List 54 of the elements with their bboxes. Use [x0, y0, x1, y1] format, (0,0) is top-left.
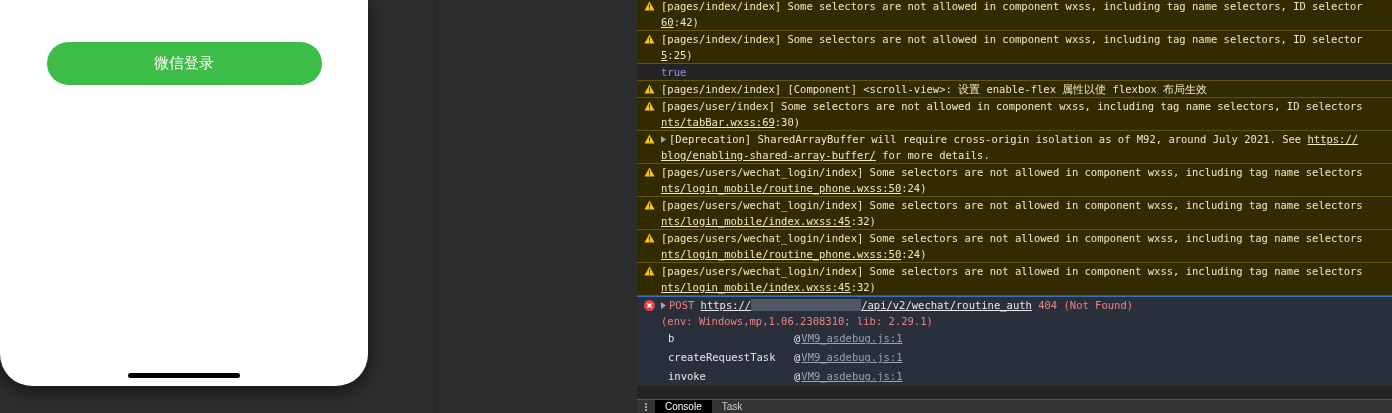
- drawer-tab[interactable]: Task: [711, 400, 753, 413]
- drawer-tab[interactable]: Console: [655, 400, 712, 413]
- warning-icon: [644, 266, 655, 276]
- warning-icon: [644, 233, 655, 243]
- message-text: POST: [669, 298, 696, 313]
- expand-triangle-icon[interactable]: [661, 301, 666, 309]
- message-text: :30): [774, 115, 801, 130]
- at-sign: @: [794, 369, 801, 384]
- link[interactable]: nts/login_mobile/routine_phone.wxss:50: [661, 246, 902, 262]
- source-link[interactable]: VM9_asdebug.js:1: [801, 367, 903, 386]
- link[interactable]: https://: [700, 297, 752, 313]
- source-link[interactable]: VM9_asdebug.js:1: [801, 329, 903, 348]
- message-text: :32): [850, 280, 876, 295]
- expand-triangle-icon[interactable]: [661, 135, 666, 143]
- message-text: [pages/users/wechat_login/index] Some selectors are not allowed in component wxss, including tag name selectors: [661, 198, 1363, 213]
- message-text: :42): [673, 15, 699, 30]
- message-text: :24): [901, 181, 927, 194]
- message-text: (env: Windows,mp,1.06.2308310; lib: 2.29.1): [661, 314, 933, 329]
- warning-icon: [644, 200, 655, 210]
- message-text: [pages/users/wechat_login/index] Some selectors are not allowed in component wxss, including tag name selectors: [661, 264, 1363, 279]
- at-sign: @: [794, 350, 801, 365]
- warning-icon: [644, 101, 655, 111]
- link[interactable]: https://: [1307, 131, 1359, 147]
- message-text: 404 (Not Found): [1037, 298, 1134, 313]
- warning-icon: [644, 84, 655, 94]
- link[interactable]: blog/enabling-shared-array-buffer/: [661, 147, 876, 163]
- stack-function: invoke: [667, 369, 707, 384]
- message-text: :24): [901, 247, 927, 260]
- warning-icon: [644, 34, 655, 44]
- link[interactable]: nts/login_mobile/index.wxss:45: [661, 213, 851, 229]
- at-sign: @: [794, 331, 801, 346]
- message-text: [pages/index/index] [Component] <scroll-view>: 设置 enable-flex 属性以使 flexbox 布局生效: [661, 82, 1208, 97]
- message-text: [Deprecation] SharedArrayBuffer will require cross-origin isolation as of M92, around July 2021. See: [669, 132, 1303, 147]
- link[interactable]: nts/tabBar.wxss:69: [661, 114, 775, 130]
- error-icon: [644, 300, 655, 311]
- warning-icon: [644, 167, 655, 177]
- link[interactable]: /api/v2/wechat/routine_auth: [861, 297, 1032, 313]
- message-text: for more details.: [881, 148, 990, 163]
- message-text: [pages/users/wechat_login/index] Some selectors are not allowed in component wxss, including tag name selectors: [661, 231, 1363, 246]
- message-text: :32): [850, 214, 876, 229]
- link[interactable]: nts/login_mobile/index.wxss:45: [661, 279, 851, 295]
- link[interactable]: nts/login_mobile/routine_phone.wxss:50: [661, 180, 902, 196]
- link[interactable]: 60: [661, 14, 674, 30]
- message-text: [pages/index/index] Some selectors are not allowed in component wxss, including tag name selectors, ID selector: [661, 0, 1363, 14]
- message-text: :25): [667, 48, 693, 63]
- message-text: [pages/user/index] Some selectors are not allowed in component wxss, including tag name selectors, ID selectors: [661, 99, 1363, 114]
- message-text: [pages/index/index] Some selectors are not allowed in component wxss, including tag name selectors, ID selector: [661, 32, 1363, 47]
- stack-function: createRequestTask: [667, 350, 777, 365]
- stack-function: b: [667, 331, 676, 346]
- link[interactable]: 5: [661, 47, 668, 63]
- message-text: true: [661, 65, 687, 80]
- warning-icon: [644, 134, 655, 144]
- message-text: [pages/users/wechat_login/index] Some selectors are not allowed in component wxss, including tag name selectors: [661, 165, 1363, 180]
- source-link[interactable]: VM9_asdebug.js:1: [801, 348, 903, 367]
